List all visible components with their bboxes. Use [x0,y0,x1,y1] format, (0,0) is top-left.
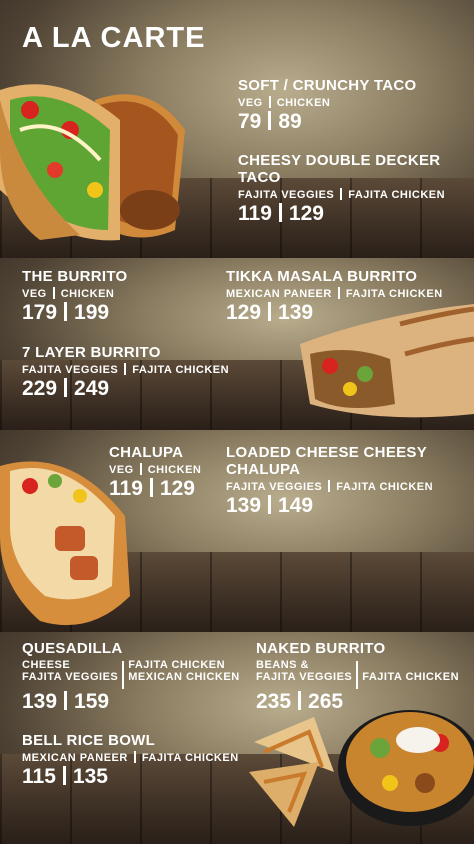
item-name: TIKKA MASALA BURRITO [226,268,418,285]
item-options: VEG CHICKEN [22,287,115,300]
item-price: 235 265 [256,690,344,713]
item-name: CHEESY DOUBLE DECKER TACO [238,152,441,186]
item-name: THE BURRITO [22,268,128,285]
chalupa-panel: CHALUPA VEG CHICKEN 119 129 LOADED CHEESE … [0,430,474,632]
item-options: CHEESE FAJITA VEGGIES FAJITA CHICKEN MEXIC… [22,657,240,689]
item-options: FAJITA VEGGIES FAJITA CHICKEN [22,363,230,376]
item-options: MEXICAN PANEER FAJITA CHICKEN [226,287,443,300]
item-options: VEG CHICKEN [109,463,202,476]
item-options: FAJITA VEGGIES FAJITA CHICKEN [238,188,446,201]
item-price: 119 129 [109,477,195,500]
item-options: BEANS & FAJITA VEGGIES FAJITA CHICKEN [256,657,459,689]
item-price: 179 199 [22,301,110,324]
item-name: LOADED CHEESE CHEESY CHALUPA [226,444,427,478]
item-name: SOFT / CRUNCHY TACO [238,77,417,94]
burrito-panel: THE BURRITO VEG CHICKEN 179 199 TIKKA MASA… [0,258,474,430]
naked-burrito-bowl-image [338,710,474,826]
item-price: 229 249 [22,377,110,400]
menu-item-bell-rice-bowl: BELL RICE BOWL MEXICAN PANEER FAJITA CHIC… [22,732,239,789]
menu-item-loaded-cheese-chalupa: LOADED CHEESE CHEESY CHALUPA FAJITA VEGG… [226,444,474,518]
menu-item-7-layer-burrito: 7 LAYER BURRITO FAJITA VEGGIES FAJITA CHI… [22,344,229,401]
menu-item-soft-crunchy-taco: SOFT / CRUNCHY TACO VEG CHICKEN 79 89 [238,77,416,134]
item-name: BELL RICE BOWL [22,732,156,749]
item-options: VEG CHICKEN [238,96,331,109]
item-price: 139 159 [22,690,110,713]
item-price: 119 129 [238,202,324,225]
taco-panel: A LA CARTE SOFT / CRUNCHY TACO VEG CHICKE… [0,0,474,258]
option-divider [356,661,359,689]
menu-title: A LA CARTE [22,22,206,54]
menu-item-cheesy-double-decker-taco: CHEESY DOUBLE DECKER TACO FAJITA VEGGIES… [238,152,474,226]
taco-image [0,84,185,241]
menu-item-chalupa: CHALUPA VEG CHICKEN 119 129 [109,444,201,501]
item-name: CHALUPA [109,444,184,461]
menu-item-tikka-masala-burrito: TIKKA MASALA BURRITO MEXICAN PANEER FAJIT… [226,268,443,325]
item-price: 115 135 [22,765,108,788]
quesadilla-image [249,717,334,827]
item-name: 7 LAYER BURRITO [22,344,161,361]
item-options: MEXICAN PANEER FAJITA CHICKEN [22,751,239,764]
menu-item-naked-burrito: NAKED BURRITO BEANS & FAJITA VEGGIES FAJI… [256,640,459,714]
item-price: 79 89 [238,110,302,133]
item-price: 129 139 [226,301,314,324]
item-options: FAJITA VEGGIES FAJITA CHICKEN [226,480,434,493]
item-name: QUESADILLA [22,640,123,657]
menu-item-quesadilla: QUESADILLA CHEESE FAJITA VEGGIES FAJITA C… [22,640,240,714]
menu-item-the-burrito: THE BURRITO VEG CHICKEN 179 199 [22,268,128,325]
item-price: 139 149 [226,494,314,517]
others-panel: QUESADILLA CHEESE FAJITA VEGGIES FAJITA C… [0,632,474,844]
option-divider [122,661,125,689]
item-name: NAKED BURRITO [256,640,386,657]
